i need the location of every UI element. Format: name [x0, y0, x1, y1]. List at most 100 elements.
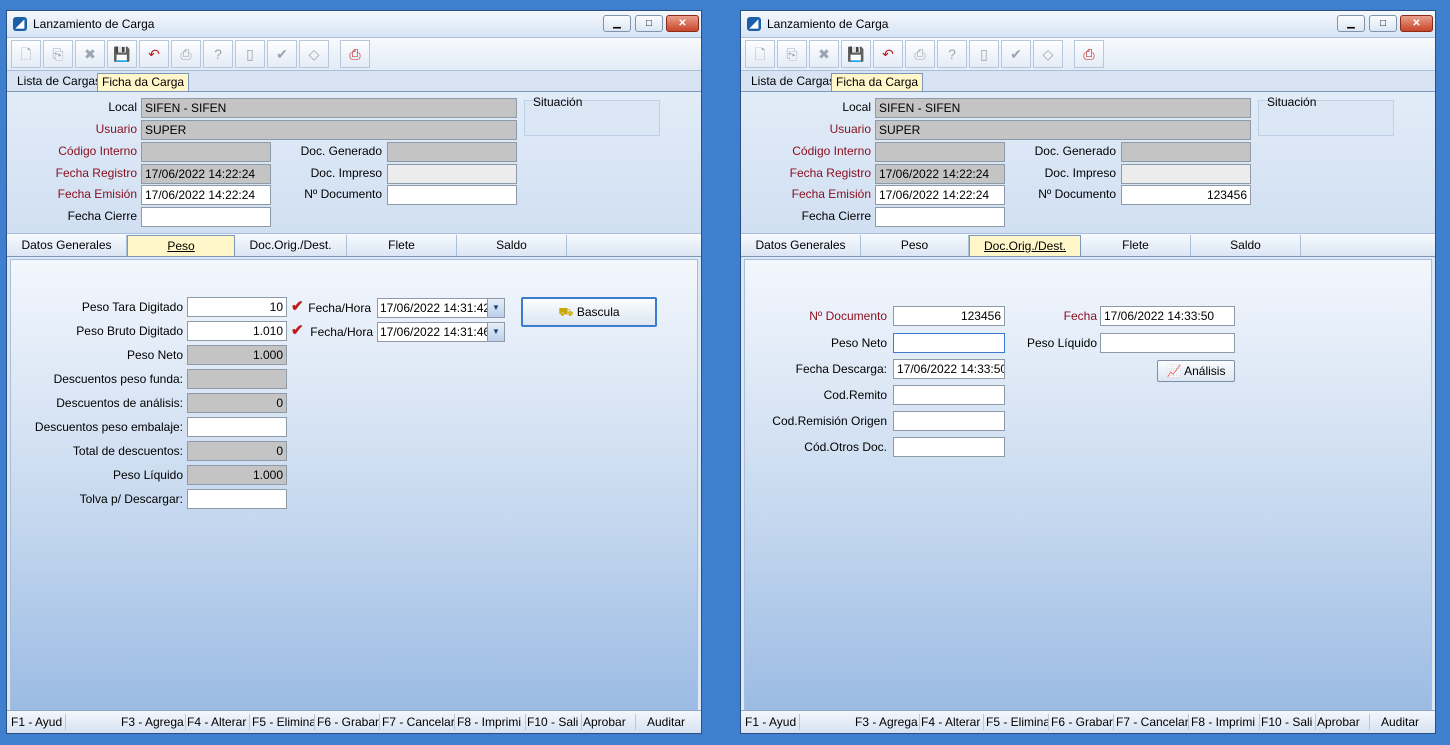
help-icon[interactable]: ? [203, 40, 233, 68]
codigo-interno-field[interactable] [141, 142, 271, 162]
tab-peso[interactable]: Peso [861, 235, 969, 256]
title-bar[interactable]: ◢ Lanzamiento de Carga ▁ □ ✕ [7, 11, 701, 38]
peso-liquido-field[interactable]: 1.000 [187, 465, 287, 485]
tab-ficha-da-carga[interactable]: Ficha da Carga [831, 73, 924, 91]
f6-grabar[interactable]: F6 - Grabar [1051, 714, 1114, 730]
doc-n-documento-field[interactable]: 123456 [893, 306, 1005, 326]
fecha-descarga-field[interactable]: 17/06/2022 14:33:50 [893, 359, 1005, 379]
f4-alterar[interactable]: F4 - Alterar [921, 714, 984, 730]
aprobar[interactable]: Aprobar [1317, 714, 1370, 730]
new-icon[interactable]: 🗋 [11, 40, 41, 68]
copy-icon[interactable]: ⎘ [777, 40, 807, 68]
new-icon[interactable]: 🗋 [745, 40, 775, 68]
peso-bruto-field[interactable]: 1.010 [187, 321, 287, 341]
descuentos-funda-field[interactable] [187, 369, 287, 389]
close-button[interactable]: ✕ [1400, 15, 1433, 32]
undo-icon[interactable]: ↶ [139, 40, 169, 68]
cancel-print-icon[interactable]: ⎙ [340, 40, 370, 68]
total-descuentos-field[interactable]: 0 [187, 441, 287, 461]
fecha-registro-field[interactable]: 17/06/2022 14:22:24 [141, 164, 271, 184]
fecha-cierre-field[interactable] [875, 207, 1005, 227]
f4-alterar[interactable]: F4 - Alterar [187, 714, 250, 730]
analisis-button[interactable]: 📈 Análisis [1157, 360, 1235, 382]
peso-neto-field[interactable]: 1.000 [187, 345, 287, 365]
save-icon[interactable]: 💾 [841, 40, 871, 68]
fecha-registro-field[interactable]: 17/06/2022 14:22:24 [875, 164, 1005, 184]
descuentos-analisis-field[interactable]: 0 [187, 393, 287, 413]
doc-generado-field[interactable] [1121, 142, 1251, 162]
tab-lista-de-cargas[interactable]: Lista de Cargas [13, 73, 105, 91]
fecha-hora-dropdown-2[interactable]: 17/06/2022 14:31:46 ▼ [377, 322, 505, 342]
tab-flete[interactable]: Flete [1081, 235, 1191, 256]
eraser-icon[interactable]: ◇ [299, 40, 329, 68]
tolva-field[interactable] [187, 489, 287, 509]
f8-imprimir[interactable]: F8 - Imprimi [457, 714, 526, 730]
minimize-button[interactable]: ▁ [1337, 15, 1365, 32]
fecha-hora-dropdown-1[interactable]: 17/06/2022 14:31:42 ▼ [377, 298, 505, 318]
cod-otros-field[interactable] [893, 437, 1005, 457]
tab-saldo[interactable]: Saldo [1191, 235, 1301, 256]
fecha-field[interactable]: 17/06/2022 14:33:50 [1100, 306, 1235, 326]
tab-lista-de-cargas[interactable]: Lista de Cargas [747, 73, 839, 91]
checkmark-icon[interactable]: ✔ [1001, 40, 1031, 68]
print-icon[interactable]: ⎙ [171, 40, 201, 68]
checkmark-icon[interactable]: ✔ [267, 40, 297, 68]
doc-peso-neto-field[interactable] [893, 333, 1005, 353]
f6-grabar[interactable]: F6 - Grabar [317, 714, 380, 730]
aprobar[interactable]: Aprobar [583, 714, 636, 730]
f1-ayuda[interactable]: F1 - Ayud [11, 714, 66, 730]
chevron-down-icon[interactable]: ▼ [487, 299, 504, 317]
local-field[interactable]: SIFEN - SIFEN [141, 98, 517, 118]
tab-ficha-da-carga[interactable]: Ficha da Carga [97, 73, 190, 91]
f5-eliminar[interactable]: F5 - Elimina [986, 714, 1049, 730]
f10-salir[interactable]: F10 - Sali [1261, 714, 1316, 730]
cod-remision-field[interactable] [893, 411, 1005, 431]
tab-datos-generales[interactable]: Datos Generales [741, 235, 861, 256]
door-icon[interactable]: ▯ [969, 40, 999, 68]
door-icon[interactable]: ▯ [235, 40, 265, 68]
maximize-button[interactable]: □ [1369, 15, 1397, 32]
tab-doc-orig-dest[interactable]: Doc.Orig./Dest. [969, 235, 1081, 256]
print-icon[interactable]: ⎙ [905, 40, 935, 68]
cancel-print-icon[interactable]: ⎙ [1074, 40, 1104, 68]
eraser-icon[interactable]: ◇ [1033, 40, 1063, 68]
doc-impreso-field[interactable] [1121, 164, 1251, 184]
usuario-field[interactable]: SUPER [875, 120, 1251, 140]
f1-ayuda[interactable]: F1 - Ayud [745, 714, 800, 730]
tab-flete[interactable]: Flete [347, 235, 457, 256]
peso-tara-field[interactable]: 10 [187, 297, 287, 317]
save-icon[interactable]: 💾 [107, 40, 137, 68]
descuentos-embalaje-field[interactable] [187, 417, 287, 437]
auditar[interactable]: Auditar [647, 714, 695, 730]
tab-peso[interactable]: Peso [127, 235, 235, 256]
fecha-emision-field[interactable]: 17/06/2022 14:22:24 [141, 185, 271, 205]
doc-generado-field[interactable] [387, 142, 517, 162]
f3-agregar[interactable]: F3 - Agrega [855, 714, 920, 730]
doc-peso-liquido-field[interactable] [1100, 333, 1235, 353]
auditar[interactable]: Auditar [1381, 714, 1429, 730]
undo-icon[interactable]: ↶ [873, 40, 903, 68]
help-icon[interactable]: ? [937, 40, 967, 68]
doc-impreso-field[interactable] [387, 164, 517, 184]
n-documento-field[interactable]: 123456 [1121, 185, 1251, 205]
tab-doc-orig-dest[interactable]: Doc.Orig./Dest. [235, 235, 347, 256]
tab-saldo[interactable]: Saldo [457, 235, 567, 256]
close-button[interactable]: ✕ [666, 15, 699, 32]
f7-cancelar[interactable]: F7 - Cancelar [382, 714, 455, 730]
fecha-emision-field[interactable]: 17/06/2022 14:22:24 [875, 185, 1005, 205]
f10-salir[interactable]: F10 - Sali [527, 714, 582, 730]
delete-icon[interactable]: ✖ [75, 40, 105, 68]
local-field[interactable]: SIFEN - SIFEN [875, 98, 1251, 118]
f7-cancelar[interactable]: F7 - Cancelar [1116, 714, 1189, 730]
codigo-interno-field[interactable] [875, 142, 1005, 162]
cod-remito-field[interactable] [893, 385, 1005, 405]
bascula-button[interactable]: ⛟ Bascula [521, 297, 657, 327]
n-documento-field[interactable] [387, 185, 517, 205]
f8-imprimir[interactable]: F8 - Imprimi [1191, 714, 1260, 730]
tab-datos-generales[interactable]: Datos Generales [7, 235, 127, 256]
fecha-cierre-field[interactable] [141, 207, 271, 227]
f5-eliminar[interactable]: F5 - Elimina [252, 714, 315, 730]
minimize-button[interactable]: ▁ [603, 15, 631, 32]
title-bar[interactable]: ◢ Lanzamiento de Carga ▁ □ ✕ [741, 11, 1435, 38]
maximize-button[interactable]: □ [635, 15, 663, 32]
